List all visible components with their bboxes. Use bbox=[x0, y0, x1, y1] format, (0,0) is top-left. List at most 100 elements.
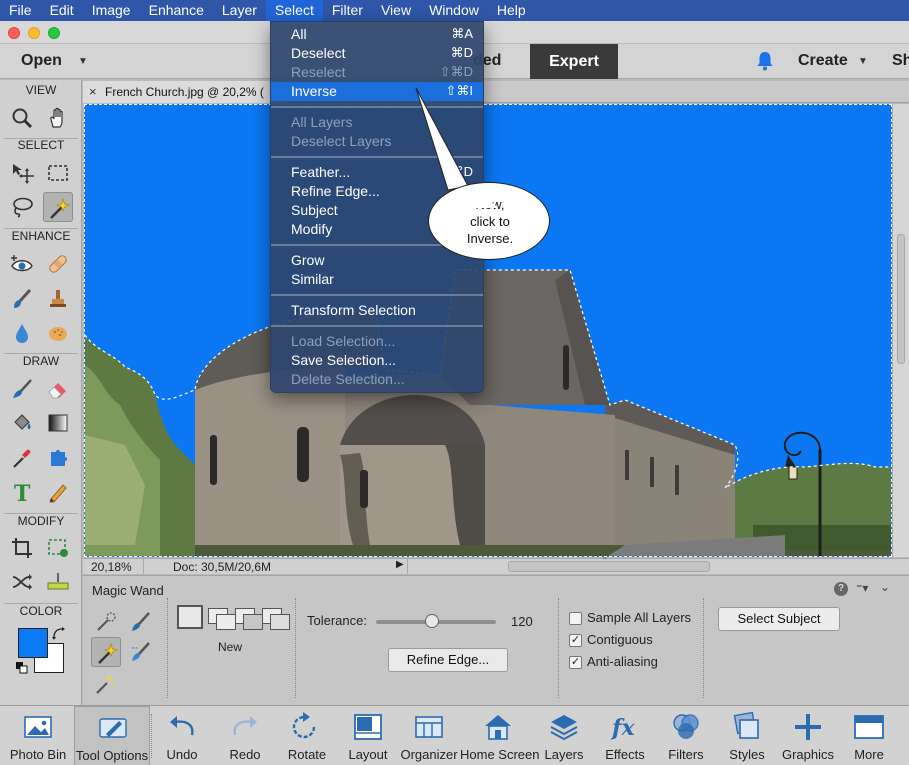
tool-options-button[interactable]: Tool Options bbox=[74, 706, 150, 765]
pencil-tool[interactable] bbox=[43, 477, 73, 507]
move-tool[interactable] bbox=[7, 158, 37, 188]
crop-tool[interactable] bbox=[7, 533, 37, 563]
menu-window[interactable]: Window bbox=[420, 0, 488, 21]
close-document-icon[interactable]: × bbox=[89, 84, 97, 99]
menu-help[interactable]: Help bbox=[488, 0, 535, 21]
open-button[interactable]: Open bbox=[21, 52, 62, 70]
blur-tool[interactable] bbox=[7, 318, 37, 348]
tab-expert[interactable]: Expert bbox=[530, 44, 618, 79]
gradient-tool[interactable] bbox=[43, 408, 73, 438]
organizer-button[interactable]: Organizer bbox=[400, 706, 458, 765]
menu-item-grow[interactable]: Grow bbox=[271, 251, 483, 270]
graphics-button[interactable]: Graphics bbox=[778, 706, 838, 765]
default-colors-icon[interactable] bbox=[16, 662, 28, 674]
more-button[interactable]: More bbox=[842, 706, 896, 765]
collapse-panel-icon[interactable]: ⌄ bbox=[880, 580, 890, 594]
paint-bucket-tool[interactable] bbox=[7, 408, 37, 438]
panel-menu-icon[interactable]: ⁼▾ bbox=[856, 581, 868, 595]
healing-brush-tool[interactable] bbox=[43, 249, 73, 279]
contiguous-checkbox[interactable]: ✓ bbox=[569, 634, 582, 647]
lasso-tool[interactable] bbox=[7, 192, 37, 222]
menu-view[interactable]: View bbox=[372, 0, 420, 21]
create-button[interactable]: Create bbox=[798, 52, 848, 70]
custom-shape-tool[interactable] bbox=[43, 443, 73, 473]
layers-button[interactable]: Layers bbox=[540, 706, 588, 765]
styles-button[interactable]: Styles bbox=[720, 706, 774, 765]
selection-brush-tool[interactable] bbox=[126, 607, 156, 637]
rotate-icon bbox=[292, 712, 316, 739]
menu-item-save-selection[interactable]: Save Selection... bbox=[271, 351, 483, 370]
horizontal-scroll-thumb[interactable] bbox=[508, 561, 710, 572]
filters-button[interactable]: Filters bbox=[660, 706, 712, 765]
tolerance-slider-knob[interactable] bbox=[425, 614, 440, 628]
photo-bin-button[interactable]: Photo Bin bbox=[4, 706, 72, 765]
type-tool[interactable]: T bbox=[7, 477, 37, 507]
effects-button[interactable]: fx Effects bbox=[598, 706, 652, 765]
tolerance-label: Tolerance: bbox=[307, 613, 367, 628]
document-size-info: Doc: 30,5M/20,6M bbox=[173, 560, 272, 574]
redo-button[interactable]: Redo bbox=[218, 706, 272, 765]
bell-icon[interactable] bbox=[756, 51, 774, 71]
status-menu-arrow-icon[interactable]: ▶ bbox=[396, 559, 404, 570]
menu-item-similar[interactable]: Similar bbox=[271, 270, 483, 289]
create-dropdown-icon[interactable]: ▼ bbox=[858, 56, 868, 67]
foreground-color-swatch[interactable] bbox=[18, 628, 48, 658]
help-icon[interactable]: ? bbox=[834, 582, 848, 596]
zoom-tool[interactable] bbox=[7, 103, 37, 133]
vertical-scrollbar[interactable] bbox=[892, 104, 909, 557]
select-subject-button[interactable]: Select Subject bbox=[718, 607, 840, 631]
tolerance-value[interactable]: 120 bbox=[511, 614, 533, 629]
auto-selection-tool[interactable] bbox=[91, 668, 121, 698]
brush-tool[interactable] bbox=[7, 374, 37, 404]
open-dropdown-icon[interactable]: ▼ bbox=[78, 56, 88, 67]
menu-item-all[interactable]: All ⌘A bbox=[271, 25, 483, 44]
eyedropper-tool[interactable] bbox=[7, 443, 37, 473]
hand-tool[interactable] bbox=[43, 103, 73, 133]
smart-brush-tool[interactable] bbox=[7, 284, 37, 314]
menu-item-delete-selection: Delete Selection... bbox=[291, 371, 405, 387]
rotate-button[interactable]: Rotate bbox=[278, 706, 336, 765]
rectangular-marquee-tool[interactable] bbox=[43, 158, 73, 188]
share-button[interactable]: Sh bbox=[892, 52, 909, 70]
layout-button[interactable]: Layout bbox=[340, 706, 396, 765]
puzzle-icon bbox=[51, 449, 68, 466]
scroll-grip-icon: '' bbox=[603, 556, 607, 567]
red-eye-tool[interactable] bbox=[7, 249, 37, 279]
menu-item-transform-selection[interactable]: Transform Selection bbox=[271, 301, 483, 320]
quick-selection-tool[interactable] bbox=[91, 607, 121, 637]
menu-image[interactable]: Image bbox=[83, 0, 140, 21]
minimize-window-button[interactable] bbox=[28, 27, 40, 39]
menu-edit[interactable]: Edit bbox=[41, 0, 83, 21]
magic-wand-icon bbox=[50, 197, 71, 219]
vertical-scroll-thumb[interactable] bbox=[897, 234, 905, 364]
document-tab[interactable]: × French Church.jpg @ 20,2% ( bbox=[83, 81, 283, 103]
content-aware-move-tool[interactable] bbox=[7, 567, 37, 597]
home-screen-button[interactable]: Home Screen bbox=[460, 706, 539, 765]
toolbox-view-heading: VIEW bbox=[25, 83, 57, 97]
swap-colors-icon[interactable] bbox=[52, 627, 65, 640]
menu-select[interactable]: Select bbox=[265, 0, 323, 21]
recompose-tool[interactable] bbox=[43, 533, 73, 563]
menu-item-deselect[interactable]: Deselect ⌘D bbox=[271, 44, 483, 63]
menu-enhance[interactable]: Enhance bbox=[140, 0, 213, 21]
undo-button[interactable]: Undo bbox=[155, 706, 209, 765]
menu-filter[interactable]: Filter bbox=[323, 0, 372, 21]
straighten-tool[interactable] bbox=[43, 567, 73, 597]
refine-edge-button[interactable]: Refine Edge... bbox=[388, 648, 508, 672]
refine-selection-brush-tool[interactable] bbox=[126, 637, 156, 667]
eye-icon bbox=[11, 255, 33, 272]
zoom-window-button[interactable] bbox=[48, 27, 60, 39]
menu-file[interactable]: File bbox=[0, 0, 41, 21]
magic-wand-variant[interactable] bbox=[91, 637, 121, 667]
sample-all-layers-checkbox[interactable] bbox=[569, 612, 582, 625]
clone-stamp-tool[interactable] bbox=[43, 284, 73, 314]
menu-layer[interactable]: Layer bbox=[213, 0, 266, 21]
redo-icon bbox=[233, 716, 257, 736]
sponge-tool[interactable] bbox=[43, 318, 73, 348]
magic-wand-tool[interactable] bbox=[43, 192, 73, 222]
anti-aliasing-checkbox[interactable]: ✓ bbox=[569, 656, 582, 669]
eraser-tool[interactable] bbox=[43, 374, 73, 404]
close-window-button[interactable] bbox=[8, 27, 20, 39]
new-selection-mode[interactable] bbox=[177, 605, 203, 629]
zoom-level[interactable]: 20,18% bbox=[91, 560, 132, 574]
